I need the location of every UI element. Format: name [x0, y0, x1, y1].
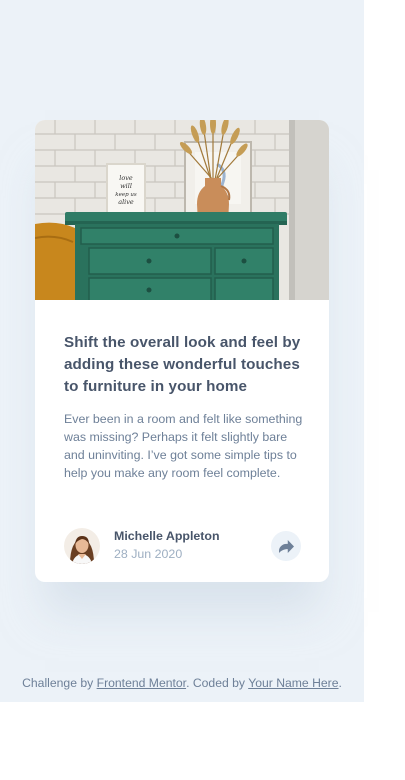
share-icon: [278, 539, 294, 553]
svg-text:will: will: [120, 182, 132, 190]
post-date: 28 Jun 2020: [114, 547, 183, 561]
article-content: Shift the overall look and feel by addin…: [64, 332, 304, 482]
page-background: love will keep us alive Shift the overal…: [0, 0, 364, 702]
author-section: Michelle Appleton 28 Jun 2020: [64, 528, 302, 564]
svg-text:alive: alive: [118, 198, 134, 206]
author-name: Michelle Appleton: [114, 529, 220, 543]
article-title: Shift the overall look and feel by addin…: [64, 334, 301, 395]
share-button[interactable]: [271, 531, 301, 561]
drawers-photo-icon: love will keep us alive: [35, 120, 329, 300]
article-card: love will keep us alive Shift the overal…: [35, 120, 329, 582]
frontend-mentor-link[interactable]: Frontend Mentor: [97, 676, 186, 690]
avatar-photo-icon: [64, 528, 100, 564]
attribution-suffix: .: [338, 676, 342, 690]
author-link[interactable]: Your Name Here: [248, 676, 338, 690]
attribution-prefix: Challenge by: [22, 676, 97, 690]
attribution-middle: . Coded by: [186, 676, 249, 690]
attribution: Challenge by Frontend Mentor. Coded by Y…: [0, 676, 364, 690]
article-image: love will keep us alive: [35, 120, 329, 300]
svg-text:love: love: [119, 174, 133, 182]
article-description: Ever been in a room and felt like someth…: [64, 412, 303, 480]
